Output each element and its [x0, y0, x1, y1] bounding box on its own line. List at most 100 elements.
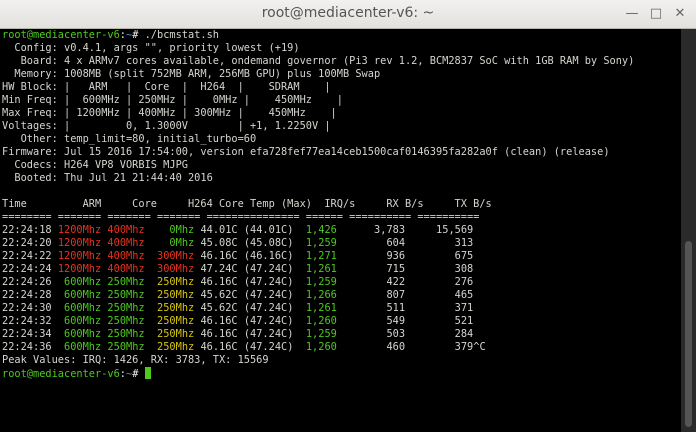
row-h264: 0Mhz	[150, 237, 195, 249]
row-rx: 715	[343, 263, 406, 275]
row-irq: 1,259	[299, 328, 337, 340]
table-row: 22:24:32 600Mhz 250Mhz 250Mhz 46.16C (47…	[2, 315, 681, 328]
row-temp: 44.01C (44.01C)	[200, 224, 294, 236]
row-h264: 300Mhz	[150, 263, 195, 275]
prompt-user-host: root@mediacenter-v6	[2, 368, 120, 380]
maximize-icon[interactable]: □	[648, 6, 664, 22]
info-line: Max Freq: | 1200MHz | 400MHz | 300MHz | …	[2, 107, 337, 119]
command-text: ./bcmstat.sh	[138, 29, 219, 41]
row-tx: 465	[411, 289, 474, 301]
row-tx: 371	[411, 302, 474, 314]
row-irq: 1,259	[299, 237, 337, 249]
table-row: 22:24:22 1200Mhz 400Mhz 300Mhz 46.16C (4…	[2, 250, 681, 263]
row-tx: 675	[411, 250, 474, 262]
row-tx: 284	[411, 328, 474, 340]
row-temp: 46.16C (47.24C)	[200, 315, 294, 327]
row-h264: 250Mhz	[150, 341, 195, 353]
info-line	[2, 185, 681, 198]
row-rx: 604	[343, 237, 406, 249]
row-rx: 503	[343, 328, 406, 340]
row-irq: 1,271	[299, 250, 337, 262]
row-irq: 1,426	[299, 224, 337, 236]
row-arm: 600Mhz	[57, 289, 102, 301]
scrollbar-thumb[interactable]	[685, 241, 692, 427]
row-irq: 1,261	[299, 263, 337, 275]
row-temp: 46.16C (47.24C)	[200, 341, 294, 353]
info-line: Memory: 1008MB (split 752MB ARM, 256MB G…	[2, 68, 381, 80]
minimize-icon[interactable]: —	[624, 6, 640, 22]
row-irq: 1,259	[299, 276, 337, 288]
row-arm: 600Mhz	[57, 341, 102, 353]
table-row: 22:24:30 600Mhz 250Mhz 250Mhz 45.62C (47…	[2, 302, 681, 315]
prompt-symbol: #	[132, 368, 139, 380]
table-row: 22:24:28 600Mhz 250Mhz 250Mhz 45.62C (47…	[2, 289, 681, 302]
row-time: 22:24:24	[2, 263, 52, 275]
row-rx: 549	[343, 315, 406, 327]
info-line: Config: v0.4.1, args "", priority lowest…	[2, 42, 300, 54]
row-h264: 300Mhz	[150, 250, 195, 262]
info-line: Firmware: Jul 15 2016 17:54:00, version …	[2, 146, 610, 158]
stats-table: 22:24:18 1200Mhz 400Mhz 0Mhz 44.01C (44.…	[2, 224, 681, 354]
close-icon[interactable]: ✕	[672, 6, 688, 22]
row-time: 22:24:20	[2, 237, 52, 249]
row-core: 400Mhz	[107, 250, 145, 262]
row-arm: 1200Mhz	[57, 250, 102, 262]
row-temp: 46.16C (46.16C)	[200, 250, 294, 262]
info-line: Min Freq: | 600MHz | 250MHz | 0MHz | 450…	[2, 94, 343, 106]
row-core: 400Mhz	[107, 263, 145, 275]
prompt-line[interactable]: root@mediacenter-v6:~#	[2, 367, 681, 380]
row-arm: 600Mhz	[57, 328, 102, 340]
row-core: 250Mhz	[107, 289, 145, 301]
command-line: root@mediacenter-v6:~# ./bcmstat.sh	[2, 29, 681, 42]
row-h264: 250Mhz	[150, 315, 195, 327]
row-h264: 250Mhz	[150, 289, 195, 301]
row-arm: 1200Mhz	[57, 263, 102, 275]
title-bar[interactable]: root@mediacenter-v6: ~ — □ ✕	[0, 0, 696, 29]
row-rx: 422	[343, 276, 406, 288]
row-time: 22:24:34	[2, 328, 52, 340]
table-row: 22:24:24 1200Mhz 400Mhz 300Mhz 47.24C (4…	[2, 263, 681, 276]
row-rx: 511	[343, 302, 406, 314]
row-rx: 460	[343, 341, 406, 353]
row-irq: 1,266	[299, 289, 337, 301]
info-line: Booted: Thu Jul 21 21:44:40 2016	[2, 172, 213, 184]
row-tx: 276	[411, 276, 474, 288]
row-temp: 45.62C (47.24C)	[200, 302, 294, 314]
row-temp: 46.16C (47.24C)	[200, 328, 294, 340]
row-time: 22:24:32	[2, 315, 52, 327]
row-time: 22:24:18	[2, 224, 52, 236]
row-arm: 600Mhz	[57, 302, 102, 314]
terminal-output[interactable]: root@mediacenter-v6:~# ./bcmstat.sh Conf…	[0, 29, 681, 432]
row-irq: 1,260	[299, 315, 337, 327]
row-tx: 379^C	[411, 341, 486, 353]
row-core: 250Mhz	[107, 302, 145, 314]
row-core: 400Mhz	[107, 224, 145, 236]
row-h264: 250Mhz	[150, 276, 195, 288]
scrollbar[interactable]	[681, 29, 696, 432]
terminal-window: root@mediacenter-v6: ~ — □ ✕ root@mediac…	[0, 0, 696, 432]
row-temp: 46.16C (47.24C)	[200, 276, 294, 288]
row-arm: 600Mhz	[57, 315, 102, 327]
info-line: Codecs: H264 VP8 VORBIS MJPG	[2, 159, 188, 171]
row-tx: 521	[411, 315, 474, 327]
row-rx: 936	[343, 250, 406, 262]
row-arm: 1200Mhz	[57, 224, 102, 236]
table-header: Time ARM Core H264 Core Temp (Max) IRQ/s…	[2, 198, 492, 210]
row-time: 22:24:30	[2, 302, 52, 314]
prompt-user-host: root@mediacenter-v6	[2, 29, 120, 41]
row-core: 250Mhz	[107, 276, 145, 288]
row-h264: 250Mhz	[150, 302, 195, 314]
row-core: 250Mhz	[107, 328, 145, 340]
row-temp: 45.08C (45.08C)	[200, 237, 294, 249]
table-row: 22:24:20 1200Mhz 400Mhz 0Mhz 45.08C (45.…	[2, 237, 681, 250]
table-rule: ======== ======= ======= ======= =======…	[2, 211, 480, 223]
info-line: Other: temp_limit=80, initial_turbo=60	[2, 133, 257, 145]
row-arm: 1200Mhz	[57, 237, 102, 249]
row-core: 250Mhz	[107, 341, 145, 353]
row-temp: 45.62C (47.24C)	[200, 289, 294, 301]
table-row: 22:24:36 600Mhz 250Mhz 250Mhz 46.16C (47…	[2, 341, 681, 354]
info-line: HW Block: | ARM | Core | H264 | SDRAM |	[2, 81, 331, 93]
row-tx: 15,569	[411, 224, 474, 236]
row-tx: 313	[411, 237, 474, 249]
peak-values: Peak Values: IRQ: 1426, RX: 3783, TX: 15…	[2, 354, 269, 366]
